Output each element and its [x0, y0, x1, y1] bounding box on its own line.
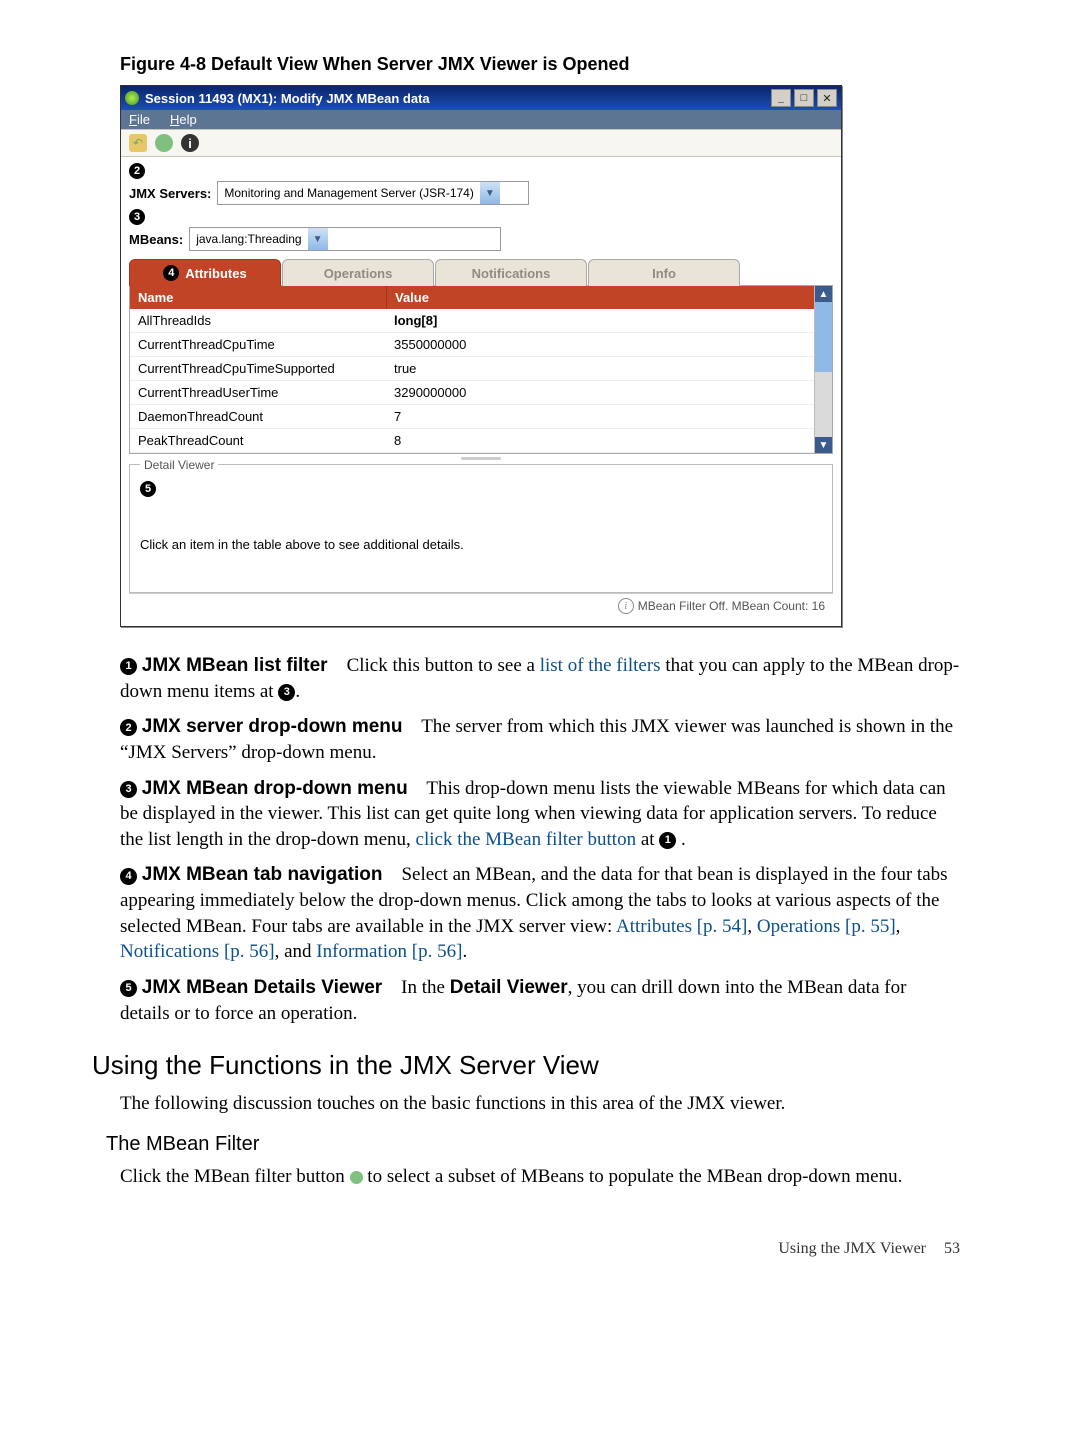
callout-ref-3: 3 — [120, 781, 137, 798]
callout-ref-1b: 1 — [659, 832, 676, 849]
status-bar: i MBean Filter Off. MBean Count: 16 — [129, 593, 833, 618]
scroll-up-icon[interactable]: ▲ — [815, 286, 832, 302]
chevron-down-icon[interactable]: ▼ — [308, 228, 328, 250]
callout-ref-1: 1 — [120, 658, 137, 675]
tab-info[interactable]: Info — [588, 259, 740, 286]
mbeans-value: java.lang:Threading — [190, 232, 307, 246]
mbean-filter-icon[interactable] — [155, 134, 173, 152]
menu-bar: File Help — [121, 110, 841, 129]
scrollbar[interactable]: ▲ ▼ — [814, 286, 832, 453]
page-footer: Using the JMX Viewer 53 — [120, 1240, 960, 1258]
para-5: 5 JMX MBean Details Viewer In the Detail… — [120, 975, 960, 1026]
para-4: 4 JMX MBean tab navigation Select an MBe… — [120, 862, 960, 965]
scroll-down-icon[interactable]: ▼ — [815, 437, 832, 453]
filter-icon-inline — [350, 1171, 363, 1184]
minimize-button[interactable]: _ — [771, 89, 791, 107]
table-row[interactable]: AllThreadIdslong[8] — [130, 309, 814, 333]
callout-4: 4 — [163, 265, 179, 281]
callout-5: 5 — [140, 481, 156, 497]
tab-strip: 4 Attributes Operations Notifications In… — [129, 259, 833, 286]
tab-label: Attributes — [185, 266, 246, 281]
table-row[interactable]: CurrentThreadCpuTimeSupportedtrue — [130, 357, 814, 381]
table-header: Name Value — [130, 286, 814, 309]
tab-body: Name Value AllThreadIdslong[8] CurrentTh… — [129, 285, 833, 454]
subsection-para: Click the MBean filter button to select … — [120, 1164, 960, 1190]
app-icon — [125, 91, 139, 105]
scroll-thumb[interactable] — [815, 302, 832, 372]
link-click-filter-button[interactable]: click the MBean filter button — [416, 829, 637, 850]
link-operations[interactable]: Operations [p. 55] — [757, 916, 896, 937]
status-text: MBean Filter Off. MBean Count: 16 — [638, 599, 825, 613]
window-buttons: _ □ ✕ — [771, 89, 837, 107]
footer-text: Using the JMX Viewer — [778, 1240, 926, 1258]
para3-lead: JMX MBean drop-down menu — [142, 778, 408, 799]
link-information[interactable]: Information [p. 56] — [316, 941, 462, 962]
help-icon[interactable]: i — [181, 134, 199, 152]
para1-lead: JMX MBean list filter — [142, 655, 328, 676]
callout-2: 2 — [129, 163, 145, 179]
back-icon[interactable]: ↶ — [129, 134, 147, 152]
para-2: 2 JMX server drop-down menu The server f… — [120, 714, 960, 765]
tab-attributes[interactable]: 4 Attributes — [129, 259, 281, 286]
para-3: 3 JMX MBean drop-down menu This drop-dow… — [120, 776, 960, 853]
detail-legend: Detail Viewer — [140, 458, 218, 472]
jmx-servers-dropdown[interactable]: Monitoring and Management Server (JSR-17… — [217, 181, 529, 205]
tab-notifications[interactable]: Notifications — [435, 259, 587, 286]
mbeans-dropdown[interactable]: java.lang:Threading ▼ — [189, 227, 501, 251]
info-icon: i — [618, 598, 634, 614]
menu-file[interactable]: File — [129, 112, 150, 127]
jmx-servers-label: JMX Servers: — [129, 186, 211, 201]
tab-operations[interactable]: Operations — [282, 259, 434, 286]
table-body: AllThreadIdslong[8] CurrentThreadCpuTime… — [130, 309, 814, 453]
callout-ref-4: 4 — [120, 868, 137, 885]
link-notifications[interactable]: Notifications [p. 56] — [120, 941, 275, 962]
link-list-of-filters[interactable]: list of the filters — [540, 655, 661, 676]
section-para: The following discussion touches on the … — [120, 1091, 960, 1117]
jmx-window: Session 11493 (MX1): Modify JMX MBean da… — [120, 85, 842, 627]
window-title: Session 11493 (MX1): Modify JMX MBean da… — [145, 91, 430, 106]
mbeans-label: MBeans: — [129, 232, 183, 247]
callout-ref-3a: 3 — [278, 684, 295, 701]
chevron-down-icon[interactable]: ▼ — [480, 182, 500, 204]
maximize-button[interactable]: □ — [794, 89, 814, 107]
splitter-handle[interactable] — [129, 454, 833, 462]
menu-help[interactable]: Help — [170, 112, 197, 127]
para-1: 1 JMX MBean list filter Click this butto… — [120, 653, 960, 704]
detail-viewer: Detail Viewer 5 Click an item in the tab… — [129, 464, 833, 593]
section-heading: Using the Functions in the JMX Server Vi… — [92, 1048, 960, 1083]
table-row[interactable]: PeakThreadCount8 — [130, 429, 814, 453]
jmx-servers-value: Monitoring and Management Server (JSR-17… — [218, 186, 479, 200]
figure-caption: Figure 4-8 Default View When Server JMX … — [120, 54, 960, 75]
table-row[interactable]: CurrentThreadCpuTime3550000000 — [130, 333, 814, 357]
para4-lead: JMX MBean tab navigation — [142, 864, 383, 885]
table-row[interactable]: DaemonThreadCount7 — [130, 405, 814, 429]
para2-lead: JMX server drop-down menu — [142, 716, 403, 737]
scroll-track[interactable] — [815, 302, 832, 437]
subsection-heading: The MBean Filter — [106, 1131, 960, 1158]
close-button[interactable]: ✕ — [817, 89, 837, 107]
callout-3: 3 — [129, 209, 145, 225]
toolbar: ↶ i — [121, 129, 841, 157]
window-titlebar: Session 11493 (MX1): Modify JMX MBean da… — [121, 86, 841, 110]
footer-page-number: 53 — [944, 1240, 960, 1258]
callout-ref-5: 5 — [120, 980, 137, 997]
col-name: Name — [130, 286, 387, 309]
table-row[interactable]: CurrentThreadUserTime3290000000 — [130, 381, 814, 405]
detail-hint: Click an item in the table above to see … — [140, 537, 822, 552]
col-value: Value — [387, 286, 814, 309]
link-attributes[interactable]: Attributes [p. 54] — [616, 916, 747, 937]
callout-ref-2: 2 — [120, 719, 137, 736]
para5-lead: JMX MBean Details Viewer — [142, 977, 382, 998]
